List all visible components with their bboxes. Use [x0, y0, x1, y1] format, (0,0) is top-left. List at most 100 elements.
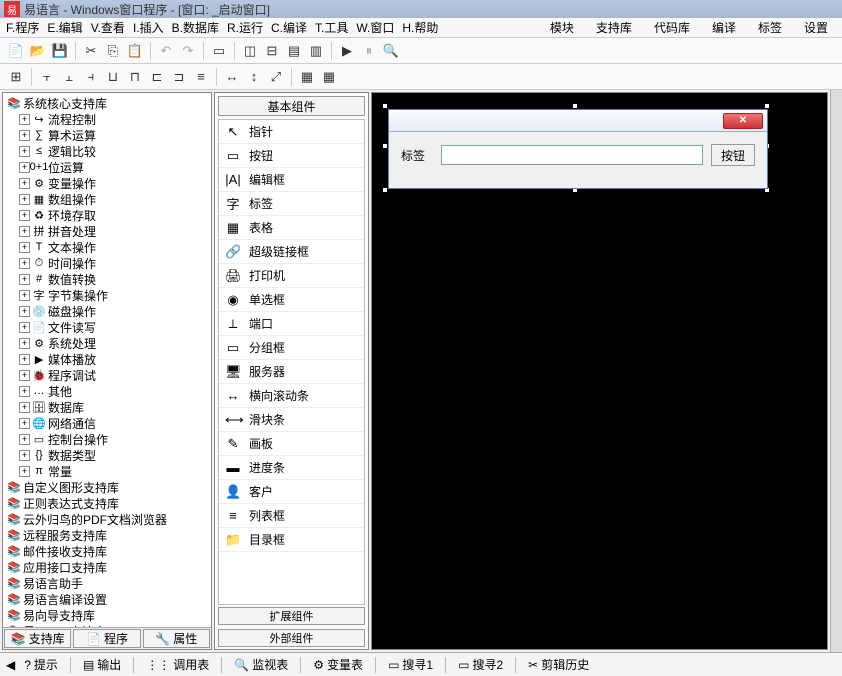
expand-icon[interactable]: +: [19, 386, 30, 397]
bottom-tab[interactable]: ?提示: [17, 653, 65, 676]
menu-item[interactable]: I.插入: [133, 19, 164, 36]
bottom-tab[interactable]: ▭搜寻2: [451, 653, 510, 676]
component-item[interactable]: ✎画板: [219, 432, 364, 456]
component-item[interactable]: 🔗超级链接框: [219, 240, 364, 264]
tree-lib-item[interactable]: 📚易语言助手: [5, 575, 209, 591]
component-item[interactable]: |A|编辑框: [219, 168, 364, 192]
bottom-tab[interactable]: 🔍监视表: [227, 653, 295, 676]
component-item[interactable]: ↔横向滚动条: [219, 384, 364, 408]
design-canvas[interactable]: ✕ 标签 按钮: [371, 92, 828, 650]
component-item[interactable]: 📁目录框: [219, 528, 364, 552]
bottom-tab[interactable]: ✂剪辑历史: [521, 653, 596, 676]
menu-item[interactable]: F.程序: [6, 19, 39, 36]
expand-icon[interactable]: +: [19, 354, 30, 365]
pause-icon[interactable]: ⏸: [359, 41, 379, 61]
cut-icon[interactable]: ✂: [81, 41, 101, 61]
expand-icon[interactable]: +: [19, 162, 30, 173]
menu-item[interactable]: R.运行: [227, 19, 263, 36]
component-header[interactable]: 基本组件: [218, 96, 365, 116]
form-titlebar[interactable]: ✕: [389, 110, 767, 132]
expand-icon[interactable]: +: [19, 418, 30, 429]
expand-icon[interactable]: +: [19, 450, 30, 461]
menu-item[interactable]: V.查看: [91, 19, 125, 36]
tree-lib-item[interactable]: 📚易向导支持库: [5, 607, 209, 623]
component-item[interactable]: ▦表格: [219, 216, 364, 240]
tree-lib-item[interactable]: 📚应用接口支持库: [5, 559, 209, 575]
layout3-icon[interactable]: ▤: [284, 41, 304, 61]
al6-icon[interactable]: ⊏: [147, 67, 167, 87]
tab-extended[interactable]: 扩展组件: [218, 607, 365, 625]
component-item[interactable]: ◉单选框: [219, 288, 364, 312]
layout1-icon[interactable]: ◫: [240, 41, 260, 61]
tab-property[interactable]: 🔧属性: [143, 629, 210, 648]
component-item[interactable]: 👤客户: [219, 480, 364, 504]
form-designer[interactable]: ✕ 标签 按钮: [388, 109, 768, 189]
expand-icon[interactable]: +: [19, 338, 30, 349]
tab-library[interactable]: 📚支持库: [4, 629, 71, 648]
tree-item[interactable]: +▦数组操作: [5, 191, 209, 207]
tab-external[interactable]: 外部组件: [218, 629, 365, 647]
run-icon[interactable]: ▶: [337, 41, 357, 61]
tree-item[interactable]: +♻环境存取: [5, 207, 209, 223]
menu-right-item[interactable]: 标签: [758, 19, 782, 36]
sz2-icon[interactable]: ↕: [244, 67, 264, 87]
tree-item[interactable]: +⚙系统处理: [5, 335, 209, 351]
al5-icon[interactable]: ⊓: [125, 67, 145, 87]
window-icon[interactable]: ▭: [209, 41, 229, 61]
tree-item[interactable]: +🐞程序调试: [5, 367, 209, 383]
tree-item[interactable]: +🌐网络通信: [5, 415, 209, 431]
tree-item[interactable]: +0+1位运算: [5, 159, 209, 175]
tree-item[interactable]: +{}数据类型: [5, 447, 209, 463]
expand-icon[interactable]: +: [19, 274, 30, 285]
chevron-left-icon[interactable]: ◀: [6, 658, 15, 672]
tree-lib-item[interactable]: 📚正则表达式支持库: [5, 495, 209, 511]
tree-item[interactable]: +📄文件读写: [5, 319, 209, 335]
bottom-tab[interactable]: ⋮⋮调用表: [139, 653, 216, 676]
expand-icon[interactable]: +: [19, 306, 30, 317]
component-item[interactable]: ▭分组框: [219, 336, 364, 360]
tree-item[interactable]: +⏱时间操作: [5, 255, 209, 271]
expand-icon[interactable]: +: [19, 402, 30, 413]
expand-icon[interactable]: +: [19, 194, 30, 205]
tree-item[interactable]: +拼拼音处理: [5, 223, 209, 239]
textbox-control[interactable]: [441, 145, 703, 165]
expand-icon[interactable]: +: [19, 146, 30, 157]
al2-icon[interactable]: ⫠: [59, 67, 79, 87]
menu-right-item[interactable]: 设置: [804, 19, 828, 36]
layout2-icon[interactable]: ⊟: [262, 41, 282, 61]
component-item[interactable]: ⟷滑块条: [219, 408, 364, 432]
component-item[interactable]: ▭按钮: [219, 144, 364, 168]
undo-icon[interactable]: ↶: [156, 41, 176, 61]
find-icon[interactable]: 🔍: [381, 41, 401, 61]
al1-icon[interactable]: ⫟: [37, 67, 57, 87]
align-icon[interactable]: ⊞: [6, 67, 26, 87]
component-item[interactable]: ≡列表框: [219, 504, 364, 528]
sz1-icon[interactable]: ↔: [222, 67, 242, 87]
menu-right-item[interactable]: 代码库: [654, 19, 690, 36]
expand-icon[interactable]: +: [19, 242, 30, 253]
expand-icon[interactable]: +: [19, 322, 30, 333]
expand-icon[interactable]: +: [19, 130, 30, 141]
menu-item[interactable]: T.工具: [315, 19, 348, 36]
menu-item[interactable]: C.编译: [271, 19, 307, 36]
bottom-tab[interactable]: ⚙变量表: [306, 653, 370, 676]
tree-item[interactable]: +▭控制台操作: [5, 431, 209, 447]
component-item[interactable]: 字标签: [219, 192, 364, 216]
paste-icon[interactable]: 📋: [125, 41, 145, 61]
expand-icon[interactable]: +: [19, 258, 30, 269]
bottom-tab[interactable]: ▤输出: [76, 653, 128, 676]
layout4-icon[interactable]: ▥: [306, 41, 326, 61]
component-item[interactable]: 🖥服务器: [219, 360, 364, 384]
expand-icon[interactable]: +: [19, 210, 30, 221]
tree-item[interactable]: +≤逻辑比较: [5, 143, 209, 159]
menu-item[interactable]: W.窗口: [356, 19, 394, 36]
sz3-icon[interactable]: ⤢: [266, 67, 286, 87]
tree-root[interactable]: 📚系统核心支持库: [5, 95, 209, 111]
component-item[interactable]: ⟂端口: [219, 312, 364, 336]
tree-item[interactable]: +🗄数据库: [5, 399, 209, 415]
al7-icon[interactable]: ⊐: [169, 67, 189, 87]
tree-item[interactable]: +…其他: [5, 383, 209, 399]
open-icon[interactable]: 📂: [28, 41, 48, 61]
save-icon[interactable]: 💾: [50, 41, 70, 61]
component-item[interactable]: ▬进度条: [219, 456, 364, 480]
